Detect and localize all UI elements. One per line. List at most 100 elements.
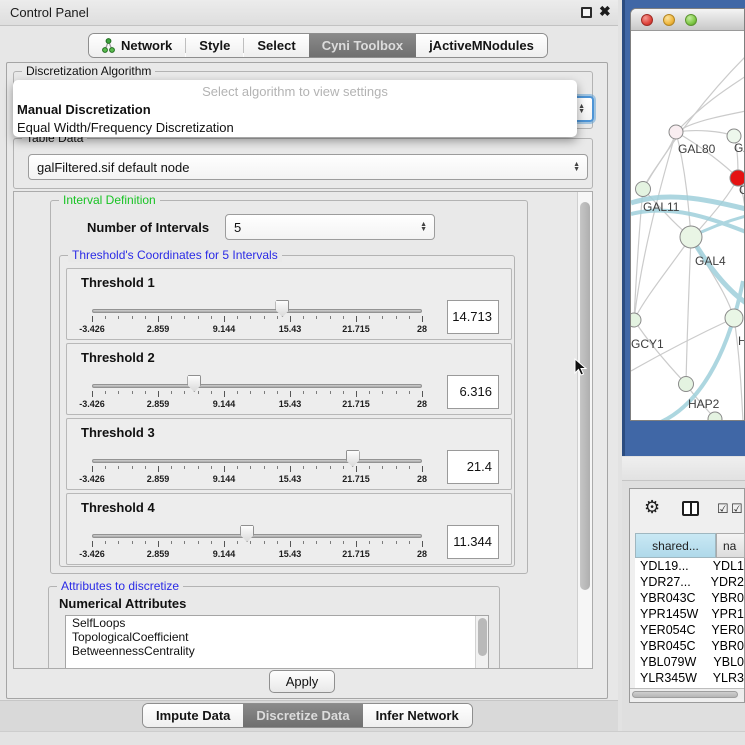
zoom-window-icon[interactable] [685, 14, 697, 26]
algorithm-dropdown-popup: Select algorithm to view settings Manual… [13, 80, 577, 137]
tab-impute-data[interactable]: Impute Data [143, 704, 243, 727]
tab-discretize-data[interactable]: Discretize Data [243, 704, 362, 727]
threshold-1-label: Threshold 1 [81, 275, 155, 290]
network-node[interactable] [725, 309, 743, 327]
table-cell: YLR3 [707, 670, 744, 686]
network-node[interactable] [708, 412, 722, 421]
dropdown-option-equal-width[interactable]: Equal Width/Frequency Discretization [13, 119, 577, 137]
tab-cyni-toolbox[interactable]: Cyni Toolbox [309, 34, 416, 57]
table-data-combobox[interactable]: galFiltered.sif default node ▲▼ [28, 154, 588, 180]
status-strip [0, 731, 745, 745]
table-row[interactable]: YER054CYER0 [635, 622, 744, 638]
close-panel-icon[interactable]: ✖ [599, 3, 611, 20]
settings-vertical-scrollbar[interactable] [577, 192, 593, 669]
threshold-1-slider-ruler: -3.4262.8599.14415.4321.71528 [92, 316, 422, 338]
numerical-attributes-label: Numerical Attributes [59, 596, 186, 611]
network-node[interactable] [680, 226, 702, 248]
select-none-checkbox-icon[interactable]: ☑ [731, 501, 743, 517]
tab-network-label: Network [121, 38, 172, 53]
table-row[interactable]: YBL079WYBL0 [635, 654, 744, 670]
tab-infer-network[interactable]: Infer Network [363, 704, 472, 727]
threshold-2-slider-thumb[interactable] [187, 375, 201, 392]
table-columns-icon[interactable] [682, 501, 699, 516]
network-window-titlebar[interactable] [631, 9, 745, 31]
num-intervals-combobox[interactable]: 5 ▲▼ [225, 214, 435, 240]
table-horizontal-scrollbar[interactable] [630, 688, 744, 699]
threshold-coordinates-group: Threshold's Coordinates for 5 Intervals … [59, 255, 515, 567]
attributes-group: Attributes to discretize Numerical Attri… [48, 586, 500, 669]
table-row[interactable]: YLR345WYLR3 [635, 670, 744, 686]
apply-button[interactable]: Apply [269, 670, 335, 693]
scrollbar-thumb[interactable] [632, 691, 738, 698]
threshold-4-slider-track[interactable] [92, 534, 422, 538]
table-row[interactable]: YPR145WYPR1 [635, 606, 744, 622]
table-cell: YBR043C [635, 590, 705, 606]
tab-style[interactable]: Style [186, 34, 243, 57]
tab-select[interactable]: Select [244, 34, 308, 57]
node-table-header: shared... na [635, 533, 745, 558]
minimize-window-icon[interactable] [663, 14, 675, 26]
list-item[interactable]: TopologicalCoefficient [66, 630, 488, 644]
close-window-icon[interactable] [641, 14, 653, 26]
threshold-1-panel: Threshold 1 -3.4262.8599.14415.4321.7152… [66, 268, 512, 340]
network-node[interactable] [636, 182, 651, 197]
column-header-name[interactable]: na [716, 533, 745, 558]
table-row[interactable]: YDR27...YDR2 [635, 574, 744, 590]
select-all-checkbox-icon[interactable]: ☑ [717, 501, 729, 517]
numerical-attributes-list[interactable]: SelfLoopsTopologicalCoefficientBetweenne… [65, 615, 489, 669]
num-intervals-label: Number of Intervals [87, 220, 209, 235]
network-node-label: HAP2 [688, 397, 720, 411]
panel-title: Control Panel [10, 5, 89, 20]
table-cell: YDR27... [635, 574, 705, 590]
threshold-4-panel: Threshold 4 -3.4262.8599.14415.4321.7152… [66, 493, 512, 565]
threshold-4-value-field[interactable]: 11.344 [447, 525, 499, 559]
threshold-3-slider-ruler: -3.4262.8599.14415.4321.71528 [92, 466, 422, 488]
network-node-label: GAL4 [695, 254, 726, 268]
threshold-2-panel: Threshold 2 -3.4262.8599.14415.4321.7152… [66, 343, 512, 415]
table-settings-gear-icon[interactable]: ⚙ [644, 497, 660, 518]
list-item[interactable]: BetweennessCentrality [66, 644, 488, 658]
network-icon [102, 38, 115, 53]
threshold-3-slider-thumb[interactable] [346, 450, 360, 467]
table-row[interactable]: YDL19...YDL1 [635, 558, 744, 574]
combo-arrows-icon: ▲▼ [420, 222, 427, 232]
float-panel-icon[interactable] [581, 7, 592, 18]
threshold-3-value-field[interactable]: 21.4 [447, 450, 499, 484]
cyni-toolbox-panel: Discretization Algorithm ▲▼ Table Data g… [6, 62, 608, 699]
network-node[interactable] [631, 313, 641, 327]
tab-jactivemnodules[interactable]: jActiveMNodules [416, 34, 547, 57]
table-row[interactable]: YBR043CYBR0 [635, 590, 744, 606]
dropdown-placeholder-option[interactable]: Select algorithm to view settings [13, 83, 577, 101]
table-panel-titlebar: Table Panel [622, 457, 745, 481]
threshold-1-slider-thumb[interactable] [275, 300, 289, 317]
threshold-1-value-field[interactable]: 14.713 [447, 300, 499, 334]
column-header-shared-name[interactable]: shared... [635, 533, 716, 558]
threshold-2-value-field[interactable]: 6.316 [447, 375, 499, 409]
network-canvas[interactable]: GAL80GACGAL11GAL4GCY1HHAP2 [631, 31, 745, 421]
network-node[interactable] [679, 377, 694, 392]
control-panel-tabbar: Network Style Select Cyni Toolbox jActiv… [88, 33, 548, 58]
table-cell: YBL079W [635, 654, 707, 670]
network-node-label: GCY1 [631, 337, 664, 351]
interval-definition-title: Interval Definition [59, 193, 160, 207]
threshold-4-label: Threshold 4 [81, 500, 155, 515]
combo-arrows-icon: ▲▼ [578, 104, 585, 114]
table-cell: YBL0 [707, 654, 744, 670]
threshold-2-slider-track[interactable] [92, 384, 422, 388]
tab-network[interactable]: Network [89, 34, 185, 57]
network-node-label: GAL11 [643, 200, 680, 214]
table-row[interactable]: YBR045CYBR0 [635, 638, 744, 654]
threshold-3-slider-track[interactable] [92, 459, 422, 463]
network-node[interactable] [669, 125, 683, 139]
dropdown-option-manual[interactable]: Manual Discretization [13, 101, 577, 119]
scrollbar-thumb[interactable] [580, 202, 590, 590]
network-node-label: C [739, 183, 745, 197]
threshold-1-slider-track[interactable] [92, 309, 422, 313]
network-view-window: GAL80GACGAL11GAL4GCY1HHAP2 [630, 8, 745, 421]
attributes-list-scrollbar[interactable] [475, 616, 488, 669]
threshold-4-slider-thumb[interactable] [240, 525, 254, 542]
table-cell: YBR0 [705, 590, 744, 606]
table-cell: YER0 [705, 622, 744, 638]
list-item[interactable]: SelfLoops [66, 616, 488, 630]
table-cell: YLR345W [635, 670, 707, 686]
